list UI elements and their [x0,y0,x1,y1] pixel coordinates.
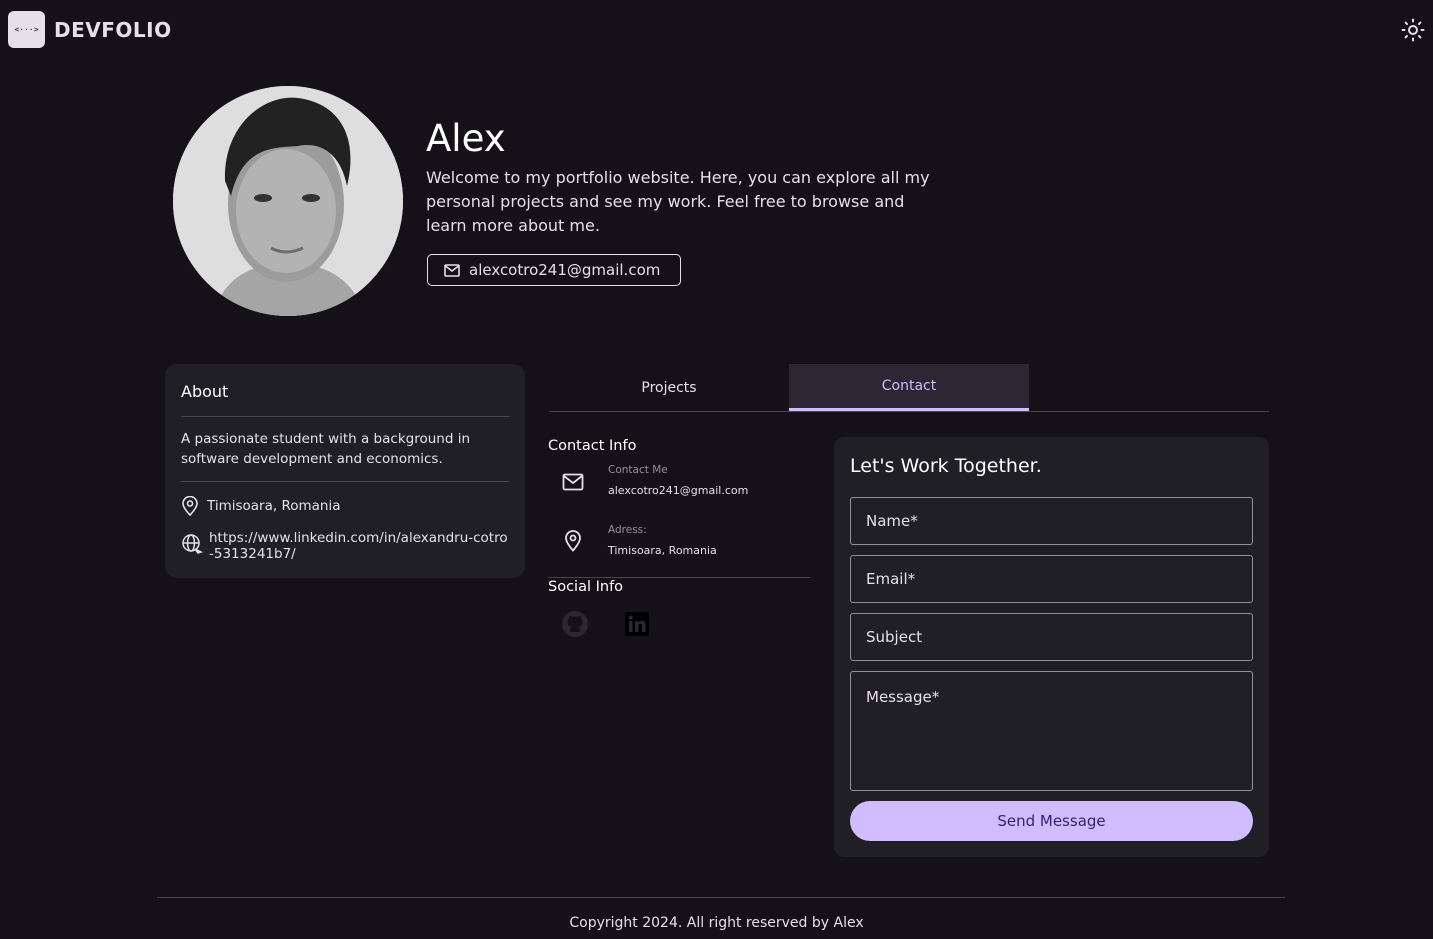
linkedin-link[interactable] [623,610,651,638]
github-link[interactable] [561,610,589,638]
sun-icon [1401,18,1425,42]
about-title: About [181,382,229,401]
tab-contact[interactable]: Contact [789,364,1029,411]
contact-address-label: Adress: [608,524,647,536]
tab-projects[interactable]: Projects [549,364,789,411]
social-info-title: Social Info [548,579,624,595]
contact-divider [548,577,810,578]
about-location: Timisoara, Romania [181,496,341,516]
send-message-button[interactable]: Send Message [850,801,1253,841]
about-divider [181,481,509,482]
name-field[interactable] [850,497,1253,545]
mail-icon [562,473,583,490]
about-website-link[interactable]: https://www.linkedin.com/in/alexandru-co… [181,530,511,562]
message-field[interactable] [850,671,1253,791]
contact-address-value: Timisoara, Romania [608,544,717,557]
code-icon: <···> [14,25,39,34]
about-location-text: Timisoara, Romania [207,498,341,514]
globe-icon [182,534,203,554]
tabs-divider [549,411,1269,412]
logo[interactable]: <···> [8,11,45,48]
linkedin-icon [625,612,649,636]
mail-icon [444,263,460,277]
hero-intro: Welcome to my portfolio website. Here, y… [426,168,930,235]
hero-name: Alex [426,117,506,160]
about-card: About A passionate student with a backgr… [165,364,525,578]
location-pin-icon [182,496,198,516]
contact-email-label: Contact Me [608,464,668,476]
footer-divider [157,897,1285,898]
contact-email-icon-wrap [560,469,585,494]
about-divider [181,416,509,417]
location-pin-icon [564,529,581,552]
footer-copyright: Copyright 2024. All right reserved by Al… [569,915,864,931]
email-chip-button[interactable]: alexcotro241@gmail.com [427,254,681,286]
github-icon [562,611,588,637]
about-description: A passionate student with a background i… [181,431,471,467]
subject-field[interactable] [850,613,1253,661]
contact-form-card: Let's Work Together. Send Message [834,437,1269,857]
profile-photo [173,86,403,316]
brand-name[interactable]: DEVFOLIO [54,18,172,42]
contact-info-title: Contact Info [548,438,637,454]
email-chip-label: alexcotro241@gmail.com [469,261,661,279]
contact-email-value[interactable]: alexcotro241@gmail.com [608,484,748,497]
email-field[interactable] [850,555,1253,603]
about-website-text: https://www.linkedin.com/in/alexandru-co… [209,530,508,562]
form-title: Let's Work Together. [850,455,1042,477]
contact-address-icon-wrap [560,528,585,553]
theme-toggle-button[interactable] [1400,17,1426,43]
